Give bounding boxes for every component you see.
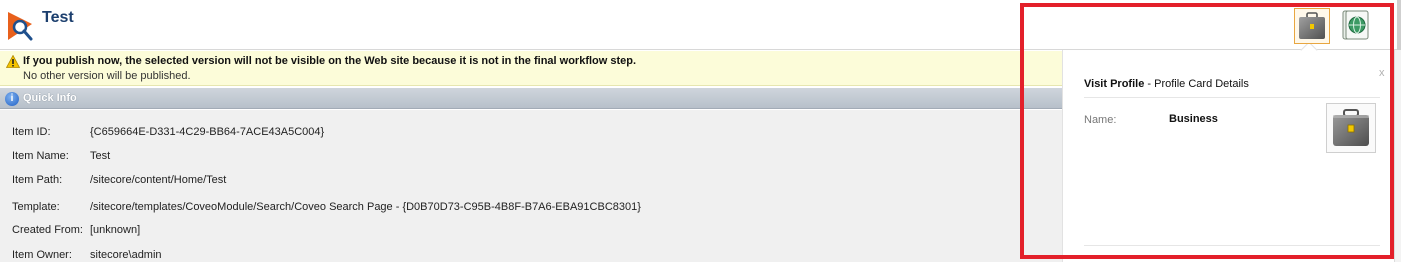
- row-value[interactable]: sitecore\admin: [90, 249, 162, 261]
- quick-info-row: Created From: [unknown]: [12, 224, 140, 236]
- quick-info-row: Item ID: {C659664E-D331-4C29-BB64-7ACE43A…: [12, 126, 324, 138]
- panel-scrollbar[interactable]: [1394, 50, 1401, 262]
- sitecore-search-logo-icon: [8, 12, 33, 41]
- visit-profile-button[interactable]: [1294, 8, 1330, 44]
- item-title: Test: [42, 9, 74, 26]
- profile-image: [1326, 103, 1376, 153]
- profile-name-value: Business: [1169, 113, 1218, 125]
- quick-info-row: Item Name: Test: [12, 150, 110, 162]
- profile-card-title-bold: Visit Profile: [1084, 78, 1145, 90]
- briefcase-icon: [1299, 12, 1325, 39]
- close-icon[interactable]: x: [1379, 67, 1385, 79]
- row-value[interactable]: {C659664E-D331-4C29-BB64-7ACE43A5C004}: [90, 126, 324, 138]
- warning-icon: [6, 55, 20, 68]
- row-label: Item Path:: [12, 174, 63, 186]
- row-label: Item Name:: [12, 150, 69, 162]
- quick-info-section-header[interactable]: i Quick Info: [0, 88, 1062, 109]
- divider: [1084, 245, 1380, 246]
- window-edge: [1397, 0, 1401, 50]
- publish-warning-banner: If you publish now, the selected version…: [0, 51, 1062, 86]
- row-label: Item ID:: [12, 126, 51, 138]
- row-label: Item Owner:: [12, 249, 72, 261]
- item-header-bar: Test: [0, 0, 1401, 50]
- profile-name-label: Name:: [1084, 114, 1117, 126]
- row-value[interactable]: Test: [90, 150, 110, 162]
- quick-info-title: Quick Info: [23, 92, 77, 104]
- row-value[interactable]: /sitecore/content/Home/Test: [90, 174, 226, 186]
- content-editor-window: Test If you publish now, the selected ve…: [0, 0, 1401, 262]
- profile-card-title: Visit Profile - Profile Card Details: [1084, 78, 1249, 90]
- row-value[interactable]: [unknown]: [90, 224, 140, 236]
- quick-info-row: Item Path: /sitecore/content/Home/Test: [12, 174, 226, 186]
- quick-info-row: Item Owner: sitecore\admin: [12, 249, 162, 261]
- info-icon: i: [5, 92, 19, 106]
- globe-book-icon: [1342, 10, 1369, 40]
- row-label: Template:: [12, 201, 60, 213]
- profile-card-toggle-button[interactable]: [1338, 8, 1374, 44]
- briefcase-icon: [1333, 109, 1369, 146]
- divider: [1084, 97, 1380, 98]
- warning-sub-message: No other version will be published.: [23, 70, 191, 82]
- profile-card-title-rest: - Profile Card Details: [1144, 78, 1249, 90]
- quick-info-body: Item ID: {C659664E-D331-4C29-BB64-7ACE43A…: [0, 110, 1062, 262]
- row-label: Created From:: [12, 224, 83, 236]
- warning-message: If you publish now, the selected version…: [23, 55, 637, 67]
- row-value[interactable]: /sitecore/templates/CoveoModule/Search/C…: [90, 201, 641, 213]
- quick-info-row: Template: /sitecore/templates/CoveoModule…: [12, 201, 641, 213]
